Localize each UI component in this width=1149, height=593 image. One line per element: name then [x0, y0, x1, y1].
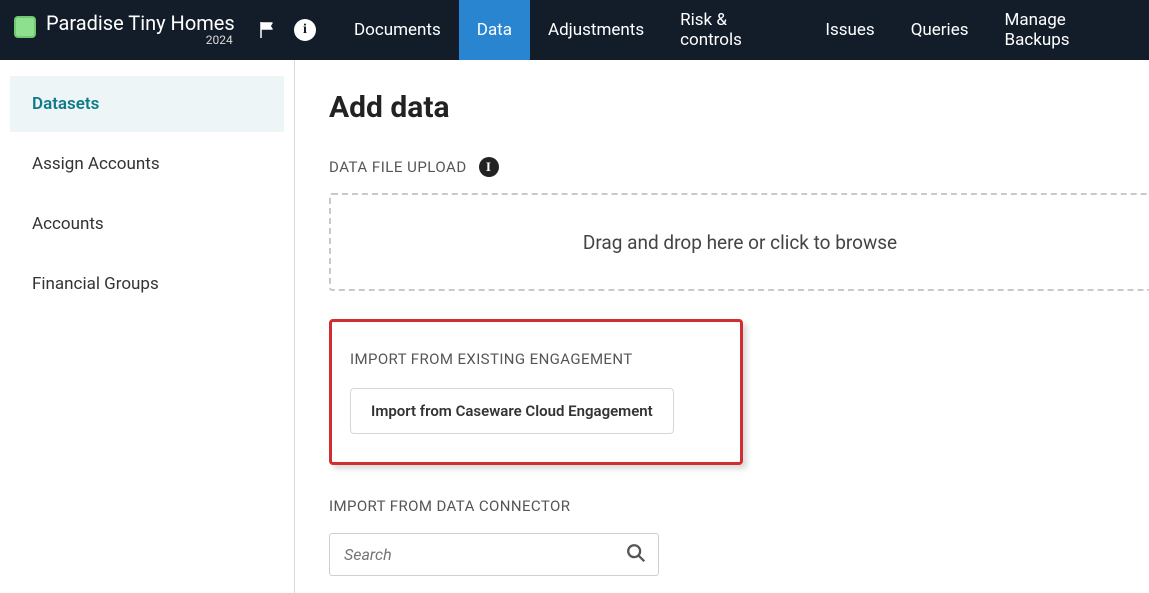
nav-documents[interactable]: Documents — [336, 0, 459, 60]
sidebar-item-accounts[interactable]: Accounts — [10, 196, 284, 252]
connector-section-label: IMPORT FROM DATA CONNECTOR — [329, 497, 1149, 515]
connector-search-input[interactable] — [329, 533, 659, 576]
upload-label-text: DATA FILE UPLOAD — [329, 158, 467, 176]
flag-icon[interactable] — [258, 20, 278, 40]
nav-data[interactable]: Data — [459, 0, 530, 60]
page-title: Add data — [329, 90, 1149, 125]
import-engagement-label: IMPORT FROM EXISTING ENGAGEMENT — [350, 350, 720, 368]
import-caseware-button[interactable]: Import from Caseware Cloud Engagement — [350, 388, 674, 434]
dropzone-text: Drag and drop here or click to browse — [583, 231, 897, 254]
top-nav: Documents Data Adjustments Risk & contro… — [336, 0, 1149, 60]
nav-queries[interactable]: Queries — [893, 0, 987, 60]
upload-section-label: DATA FILE UPLOAD i — [329, 157, 1149, 177]
sidebar: Datasets Assign Accounts Accounts Financ… — [0, 60, 295, 593]
brand-title: Paradise Tiny Homes — [46, 12, 235, 34]
file-dropzone[interactable]: Drag and drop here or click to browse — [329, 193, 1149, 291]
sidebar-item-datasets[interactable]: Datasets — [10, 76, 284, 132]
nav-adjustments[interactable]: Adjustments — [530, 0, 662, 60]
sidebar-item-assign-accounts[interactable]: Assign Accounts — [10, 136, 284, 192]
brand-icon — [14, 16, 36, 38]
nav-issues[interactable]: Issues — [807, 0, 892, 60]
brand-block[interactable]: Paradise Tiny Homes 2024 — [0, 12, 258, 47]
info-icon[interactable]: i — [294, 19, 316, 41]
nav-risk-controls[interactable]: Risk & controls — [662, 0, 807, 60]
nav-manage-backups[interactable]: Manage Backups — [986, 0, 1149, 60]
topbar: Paradise Tiny Homes 2024 i Documents Dat… — [0, 0, 1149, 60]
info-icon[interactable]: i — [479, 157, 499, 177]
sidebar-item-financial-groups[interactable]: Financial Groups — [10, 256, 284, 312]
import-engagement-panel: IMPORT FROM EXISTING ENGAGEMENT Import f… — [329, 319, 743, 465]
main-content: Add data DATA FILE UPLOAD i Drag and dro… — [295, 60, 1149, 593]
search-icon[interactable] — [625, 542, 647, 568]
connector-search-wrap — [329, 533, 659, 576]
brand-year: 2024 — [46, 34, 235, 47]
